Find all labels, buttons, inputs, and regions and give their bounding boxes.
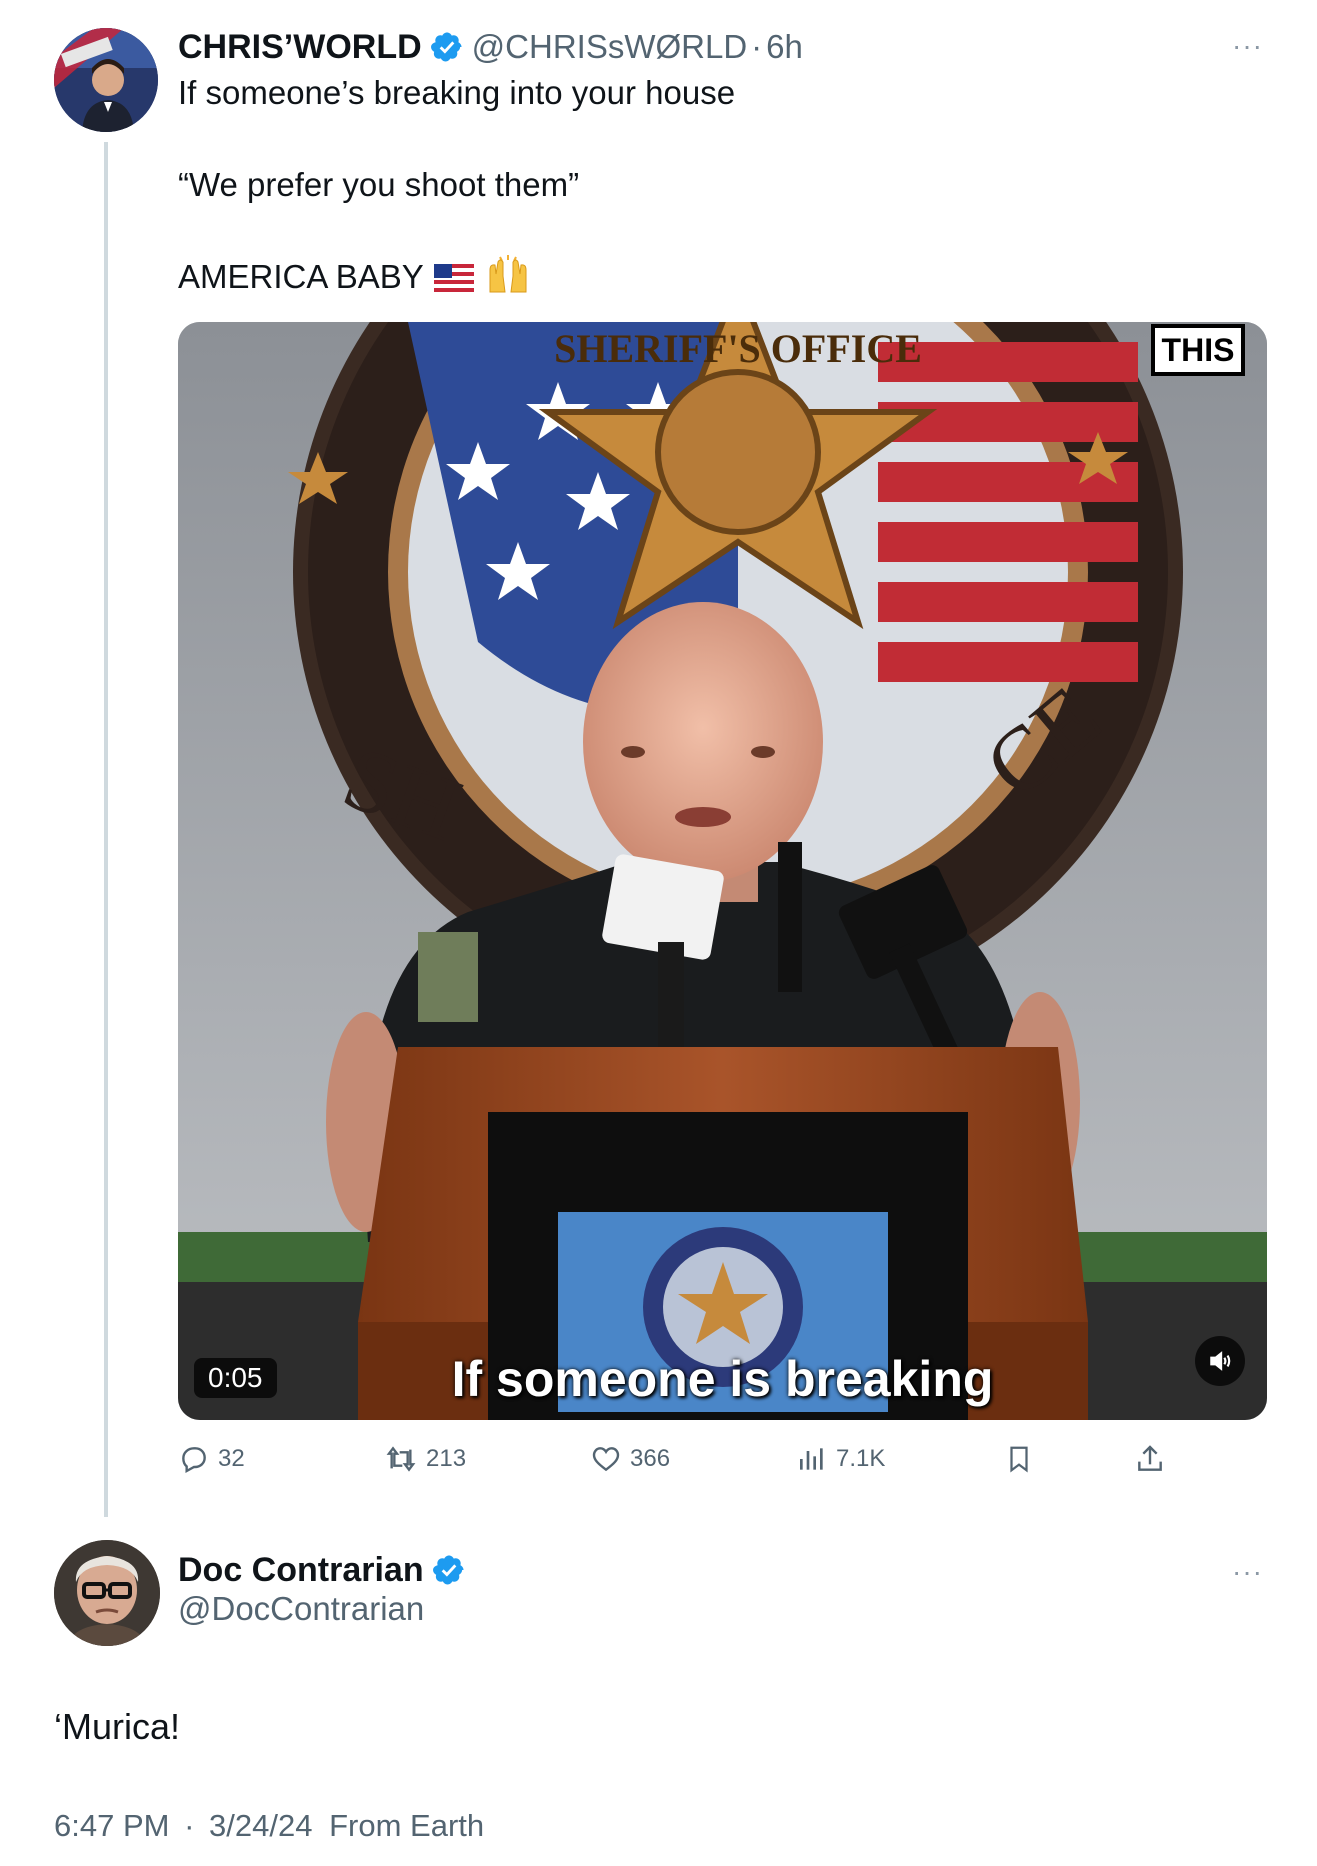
post-source: From Earth [329,1808,485,1843]
svg-text:SHERIFF'S OFFICE: SHERIFF'S OFFICE [554,326,922,371]
handle[interactable]: @DocContrarian [178,1590,424,1628]
reply-header: Doc Contrarian [178,1545,474,1595]
heart-icon [592,1447,620,1472]
handle[interactable]: @CHRISsWØRLD [472,28,748,66]
tweet-line: AMERICA BABY [178,258,424,295]
tweet-line: “We prefer you shoot them” [178,166,580,203]
avatar[interactable] [54,28,158,132]
post-meta: 6:47 PM · 3/24/24 From Earth [54,1808,484,1844]
views-count: 7.1K [836,1445,886,1472]
separator: · [184,1808,195,1843]
tweet-line: If someone’s breaking into your house [178,74,736,111]
reply-count: 32 [218,1445,245,1472]
thread-line [104,142,108,1517]
us-flag-icon [433,258,474,304]
verified-badge-icon[interactable] [432,1553,466,1587]
tweet-line-last: AMERICA BABY [178,254,1238,300]
speaker-muted-icon[interactable] [1195,1336,1245,1386]
display-name[interactable]: CHRIS’WORLD [178,28,422,67]
post-date[interactable]: 3/24/24 [209,1808,312,1843]
timestamp-relative[interactable]: 6h [766,28,803,66]
bookmark-button[interactable] [1004,1436,1042,1482]
views-button[interactable]: 7.1K [796,1436,885,1482]
avatar[interactable] [54,1540,160,1646]
share-button[interactable] [1134,1436,1174,1482]
tweet-header: CHRIS’WORLD @CHRISsWØRLD · 6h [178,22,803,72]
display-name[interactable]: Doc Contrarian [178,1551,424,1590]
share-icon [1138,1445,1162,1471]
video-player[interactable]: SHERIFF'S OFFICE SH CE THIS If someone i… [178,322,1267,1420]
separator: · [751,28,763,65]
verified-badge-icon[interactable] [430,30,464,64]
post-time[interactable]: 6:47 PM [54,1808,169,1843]
reply-icon [182,1447,206,1474]
more-options-icon[interactable]: ··· [1232,1556,1263,1588]
video-badge: THIS [1151,324,1245,376]
views-chart-icon [800,1448,823,1470]
reply-button[interactable]: 32 [178,1436,245,1482]
repost-icon [386,1446,416,1472]
reply-text: ‘Murica! [54,1706,181,1747]
video-timestamp: 0:05 [194,1358,277,1398]
repost-button[interactable]: 213 [384,1436,466,1482]
tweet-text: If someone’s breaking into your house “W… [178,70,1238,300]
raising-hands-icon [486,254,530,306]
like-count: 366 [630,1445,671,1472]
more-options-icon[interactable]: ··· [1232,30,1263,62]
video-caption: If someone is breaking [451,1351,994,1407]
bookmark-icon [1010,1446,1028,1473]
repost-count: 213 [426,1445,467,1472]
like-button[interactable]: 366 [590,1436,670,1482]
video-frame: SHERIFF'S OFFICE SH CE [178,322,1267,1420]
